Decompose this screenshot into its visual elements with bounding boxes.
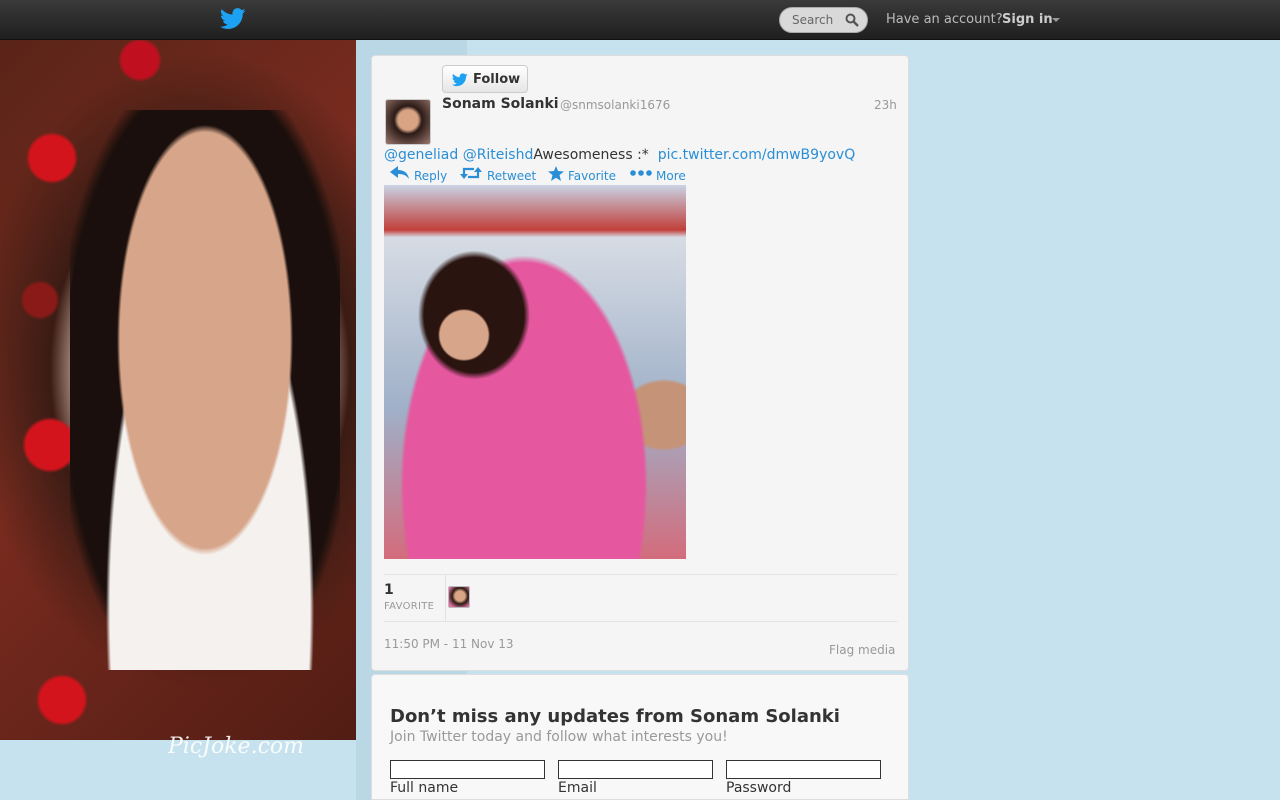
star-icon	[548, 166, 564, 181]
tweet-card: Follow Sonam Solanki @snmsolanki1676 23h…	[371, 55, 909, 671]
background-portrait	[70, 110, 340, 670]
full-name-label: Full name	[390, 780, 459, 796]
password-input[interactable]	[726, 760, 881, 779]
search-icon[interactable]	[845, 13, 859, 27]
avatar[interactable]	[385, 99, 431, 145]
divider	[384, 574, 897, 575]
signup-subtitle: Join Twitter today and follow what inter…	[390, 729, 728, 745]
tweet-timestamp[interactable]: 11:50 PM - 11 Nov 13	[384, 637, 514, 651]
tweet-age[interactable]: 23h	[874, 98, 897, 112]
mention-link[interactable]: @Riteishd	[463, 147, 534, 163]
background-watermark: PicJoke.com	[168, 734, 304, 759]
media-link[interactable]: pic.twitter.com/dmwB9yovQ	[658, 147, 856, 163]
retweet-icon	[460, 167, 482, 179]
signin-link[interactable]: Sign in	[1002, 12, 1053, 27]
mention-link[interactable]: @geneliad	[384, 147, 458, 163]
twitter-bird-icon	[452, 73, 468, 87]
favorite-count-label: FAVORITE	[384, 601, 435, 612]
divider	[445, 575, 446, 621]
divider	[384, 621, 897, 622]
tweet-media-image[interactable]	[384, 185, 686, 559]
reply-label: Reply	[414, 169, 448, 183]
tweet-body: Awesomeness :*	[533, 147, 649, 163]
tweet-text: @geneliad @RiteishdAwesomeness :* pic.tw…	[384, 147, 855, 163]
full-name-input[interactable]	[390, 760, 545, 779]
top-bar: Search Have an account? Sign in	[0, 0, 1280, 40]
more-dots-icon	[630, 170, 652, 176]
caret-down-icon[interactable]	[1052, 18, 1060, 22]
search-placeholder: Search	[792, 13, 834, 27]
signup-title: Don’t miss any updates from Sonam Solank…	[390, 706, 840, 727]
more-label: More	[656, 169, 686, 183]
search-input[interactable]: Search	[779, 7, 868, 33]
follow-label: Follow	[473, 72, 521, 87]
account-prompt: Have an account?	[886, 12, 1003, 27]
favoriter-avatar[interactable]	[448, 586, 470, 608]
signup-card: Don’t miss any updates from Sonam Solank…	[371, 674, 909, 800]
follow-button[interactable]: Follow	[442, 65, 528, 93]
author-name[interactable]: Sonam Solanki	[442, 96, 559, 112]
reply-icon	[390, 166, 409, 179]
email-input[interactable]	[558, 760, 713, 779]
password-label: Password	[726, 780, 792, 796]
twitter-bird-icon[interactable]	[220, 8, 246, 30]
favorite-count[interactable]: 1	[384, 582, 394, 598]
favorite-label: Favorite	[568, 169, 616, 183]
flag-media-link[interactable]: Flag media	[829, 643, 895, 657]
email-label: Email	[558, 780, 597, 796]
retweet-label: Retweet	[487, 169, 537, 183]
author-handle[interactable]: @snmsolanki1676	[560, 98, 670, 112]
